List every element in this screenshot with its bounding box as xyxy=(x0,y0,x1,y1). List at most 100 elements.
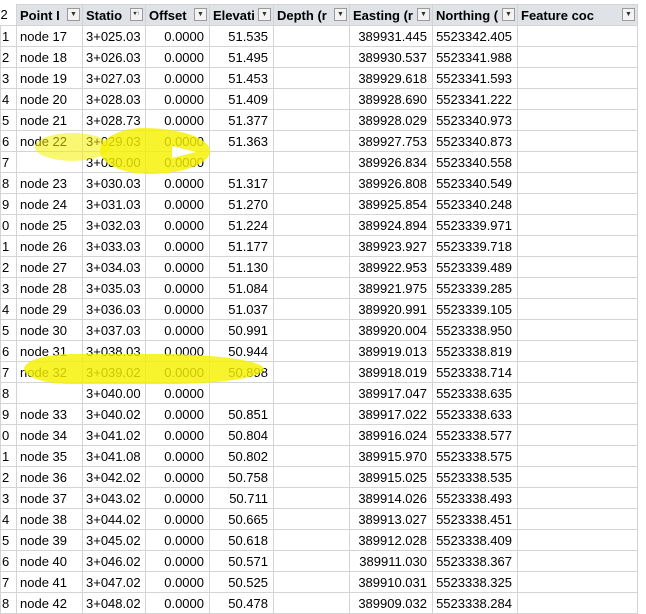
cell-offset[interactable]: 0.0000 xyxy=(145,298,210,320)
cell-feature[interactable] xyxy=(517,487,638,509)
cell-point[interactable]: node 40 xyxy=(16,550,83,572)
cell-point[interactable]: node 28 xyxy=(16,277,83,299)
cell-station[interactable]: 3+028.03 xyxy=(82,88,146,110)
row-number[interactable]: 6 xyxy=(0,340,17,362)
cell-northing[interactable]: 5523340.248 xyxy=(432,193,518,215)
row-number[interactable]: 5 xyxy=(0,109,17,131)
cell-elevation[interactable]: 51.177 xyxy=(209,235,274,257)
cell-depth[interactable] xyxy=(273,466,350,488)
cell-northing[interactable]: 5523338.284 xyxy=(432,592,518,614)
cell-offset[interactable]: 0.0000 xyxy=(145,571,210,593)
cell-offset[interactable]: 0.0000 xyxy=(145,424,210,446)
cell-elevation[interactable]: 50.758 xyxy=(209,466,274,488)
cell-point[interactable]: node 18 xyxy=(16,46,83,68)
cell-point[interactable]: node 42 xyxy=(16,592,83,614)
cell-station[interactable]: 3+047.02 xyxy=(82,571,146,593)
cell-station[interactable]: 3+032.03 xyxy=(82,214,146,236)
cell-feature[interactable] xyxy=(517,529,638,551)
cell-northing[interactable]: 5523340.973 xyxy=(432,109,518,131)
cell-offset[interactable]: 0.0000 xyxy=(145,235,210,257)
cell-easting[interactable]: 389912.028 xyxy=(349,529,433,551)
cell-station[interactable]: 3+025.03 xyxy=(82,25,146,47)
cell-feature[interactable] xyxy=(517,340,638,362)
cell-elevation[interactable]: 50.618 xyxy=(209,529,274,551)
cell-depth[interactable] xyxy=(273,109,350,131)
row-number[interactable]: 9 xyxy=(0,193,17,215)
cell-offset[interactable]: 0.0000 xyxy=(145,256,210,278)
cell-station[interactable]: 3+046.02 xyxy=(82,550,146,572)
cell-offset[interactable]: 0.0000 xyxy=(145,277,210,299)
cell-feature[interactable] xyxy=(517,88,638,110)
cell-feature[interactable] xyxy=(517,151,638,173)
row-number[interactable]: 7 xyxy=(0,361,17,383)
cell-point[interactable]: node 31 xyxy=(16,340,83,362)
cell-station[interactable]: 3+042.02 xyxy=(82,466,146,488)
cell-northing[interactable]: 5523341.988 xyxy=(432,46,518,68)
cell-easting[interactable]: 389919.013 xyxy=(349,340,433,362)
cell-northing[interactable]: 5523339.285 xyxy=(432,277,518,299)
cell-northing[interactable]: 5523338.535 xyxy=(432,466,518,488)
cell-depth[interactable] xyxy=(273,592,350,614)
cell-offset[interactable]: 0.0000 xyxy=(145,67,210,89)
cell-northing[interactable]: 5523339.489 xyxy=(432,256,518,278)
cell-elevation[interactable]: 51.409 xyxy=(209,88,274,110)
cell-feature[interactable] xyxy=(517,424,638,446)
cell-point[interactable]: node 23 xyxy=(16,172,83,194)
cell-depth[interactable] xyxy=(273,403,350,425)
cell-easting[interactable]: 389915.025 xyxy=(349,466,433,488)
cell-depth[interactable] xyxy=(273,550,350,572)
row-number[interactable]: 8 xyxy=(0,382,17,404)
cell-point[interactable]: node 36 xyxy=(16,466,83,488)
filter-dropdown-icon[interactable]: ▼ xyxy=(258,8,271,21)
cell-feature[interactable] xyxy=(517,319,638,341)
row-number[interactable]: 0 xyxy=(0,214,17,236)
cell-northing[interactable]: 5523338.633 xyxy=(432,403,518,425)
cell-easting[interactable]: 389923.927 xyxy=(349,235,433,257)
cell-offset[interactable]: 0.0000 xyxy=(145,403,210,425)
row-number[interactable]: 7 xyxy=(0,151,17,173)
cell-depth[interactable] xyxy=(273,298,350,320)
cell-elevation[interactable]: 50.478 xyxy=(209,592,274,614)
cell-offset[interactable]: 0.0000 xyxy=(145,319,210,341)
cell-easting[interactable]: 389920.991 xyxy=(349,298,433,320)
cell-northing[interactable]: 5523340.558 xyxy=(432,151,518,173)
cell-elevation[interactable]: 51.224 xyxy=(209,214,274,236)
row-number[interactable]: 2 xyxy=(0,46,17,68)
cell-elevation[interactable]: 50.944 xyxy=(209,340,274,362)
cell-easting[interactable]: 389931.445 xyxy=(349,25,433,47)
cell-elevation[interactable]: 51.535 xyxy=(209,25,274,47)
cell-northing[interactable]: 5523340.549 xyxy=(432,172,518,194)
row-number[interactable]: 2 xyxy=(0,256,17,278)
cell-offset[interactable]: 0.0000 xyxy=(145,550,210,572)
cell-northing[interactable]: 5523338.577 xyxy=(432,424,518,446)
cell-feature[interactable] xyxy=(517,193,638,215)
cell-station[interactable]: 3+031.03 xyxy=(82,193,146,215)
cell-depth[interactable] xyxy=(273,214,350,236)
row-number[interactable]: 1 xyxy=(0,235,17,257)
cell-offset[interactable]: 0.0000 xyxy=(145,466,210,488)
cell-point[interactable]: node 32 xyxy=(16,361,83,383)
filter-dropdown-icon[interactable]: ▼ xyxy=(334,8,347,21)
cell-easting[interactable]: 389910.031 xyxy=(349,571,433,593)
cell-station[interactable]: 3+039.02 xyxy=(82,361,146,383)
cell-feature[interactable] xyxy=(517,445,638,467)
cell-easting[interactable]: 389914.026 xyxy=(349,487,433,509)
cell-northing[interactable]: 5523339.971 xyxy=(432,214,518,236)
cell-northing[interactable]: 5523338.325 xyxy=(432,571,518,593)
cell-easting[interactable]: 389921.975 xyxy=(349,277,433,299)
cell-offset[interactable]: 0.0000 xyxy=(145,445,210,467)
cell-station[interactable]: 3+045.02 xyxy=(82,529,146,551)
row-number[interactable]: 8 xyxy=(0,172,17,194)
row-number[interactable]: 1 xyxy=(0,445,17,467)
cell-easting[interactable]: 389926.808 xyxy=(349,172,433,194)
row-number[interactable]: 4 xyxy=(0,88,17,110)
cell-station[interactable]: 3+043.02 xyxy=(82,487,146,509)
column-header-easting[interactable]: Easting (r ▼ xyxy=(349,4,433,26)
row-number[interactable]: 0 xyxy=(0,424,17,446)
cell-elevation[interactable]: 51.377 xyxy=(209,109,274,131)
cell-point[interactable]: node 19 xyxy=(16,67,83,89)
cell-depth[interactable] xyxy=(273,529,350,551)
row-number[interactable]: 4 xyxy=(0,298,17,320)
cell-point[interactable]: node 26 xyxy=(16,235,83,257)
cell-easting[interactable]: 389917.047 xyxy=(349,382,433,404)
